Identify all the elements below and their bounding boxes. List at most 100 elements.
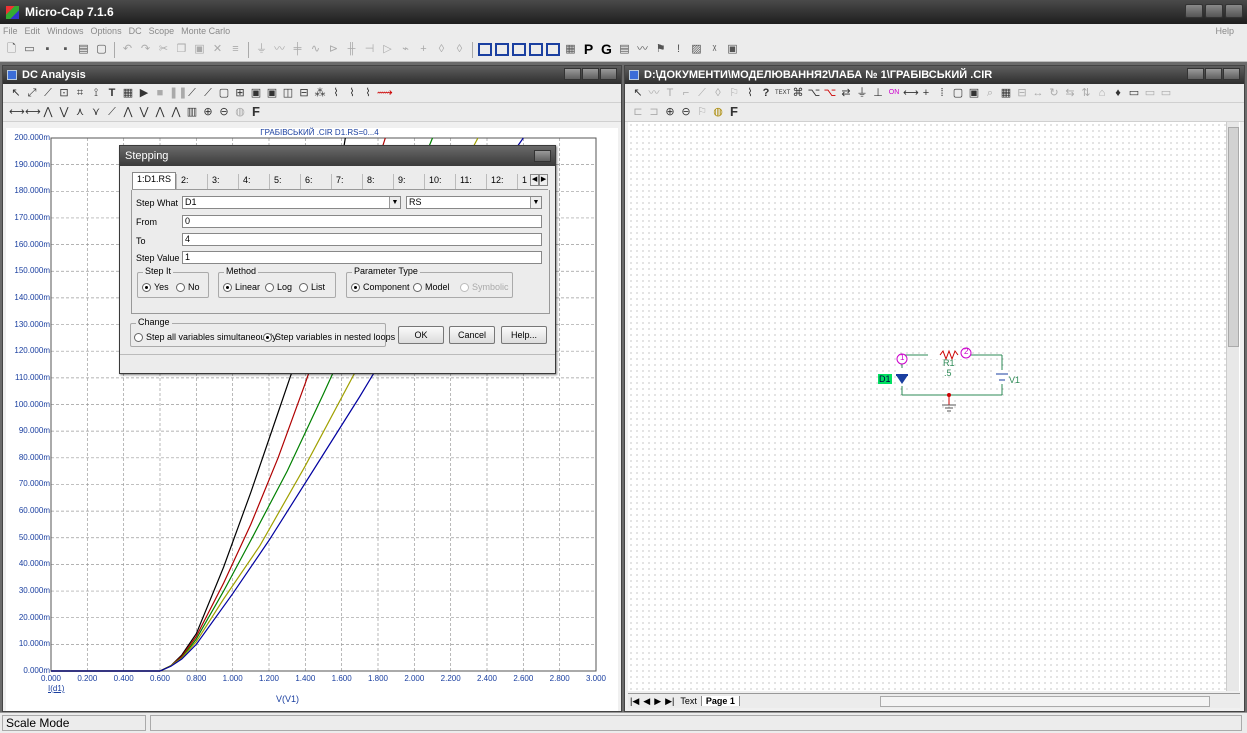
probe-icon[interactable]: ⚑	[653, 42, 668, 57]
method-log-radio[interactable]: Log	[265, 282, 292, 292]
menu-help[interactable]: Help	[1215, 26, 1234, 36]
tab-13[interactable]: 1	[517, 174, 530, 189]
method-list-radio[interactable]: List	[299, 282, 325, 292]
first-page-icon[interactable]: |◀	[628, 696, 641, 707]
step-it-no-radio[interactable]: No	[176, 282, 200, 292]
param-component-radio[interactable]: Component	[351, 282, 410, 292]
prev-page-icon[interactable]: ◀	[641, 696, 652, 707]
tab-12[interactable]: 12:	[486, 174, 517, 189]
schematic-canvas[interactable]: 1 2 R1 .5 D1 V1	[628, 122, 1240, 691]
change-nested-radio[interactable]: Step variables in nested loops	[263, 332, 395, 342]
chart-icon[interactable]: ▨	[689, 42, 704, 57]
tab-2[interactable]: 2:	[176, 174, 207, 189]
scope-icon[interactable]: ⌇	[743, 86, 757, 100]
color-icon[interactable]: ◍	[711, 105, 725, 119]
save-icon[interactable]: ▪	[40, 42, 55, 57]
component-grid-icon[interactable]: ▤	[617, 42, 632, 57]
maximize-button[interactable]	[1205, 4, 1223, 18]
redo-icon[interactable]: ↷	[138, 42, 153, 57]
tab-1[interactable]: 1:D1.RS	[132, 172, 177, 189]
undo-icon[interactable]: ↶	[120, 42, 135, 57]
select-icon[interactable]: ↖	[631, 86, 645, 100]
inductor-icon[interactable]: ∿	[308, 42, 323, 57]
help-button[interactable]: Help...	[501, 326, 547, 344]
sch-close-button[interactable]	[1223, 68, 1240, 80]
flip-x-icon[interactable]: ⇆	[1063, 86, 1077, 100]
align-left-icon[interactable]: ⊏	[631, 105, 645, 119]
sch-zoom-in-icon[interactable]: ⊕	[663, 105, 677, 119]
print-preview-icon[interactable]: ▢	[94, 42, 109, 57]
stop-icon[interactable]: ■	[153, 86, 167, 100]
copy-icon[interactable]: ❐	[174, 42, 189, 57]
node-numbers-icon[interactable]: ⌘	[791, 86, 805, 100]
zoom-out-icon[interactable]: ⊖	[217, 105, 231, 119]
node-icon[interactable]: ⟟	[89, 86, 103, 100]
p-button[interactable]: P	[581, 42, 596, 57]
diagonal-wire-icon[interactable]: ⟋	[695, 86, 709, 100]
text-tab[interactable]: Text	[676, 696, 702, 706]
flag-icon[interactable]: ⚐	[727, 86, 741, 100]
help-cursor-icon[interactable]: ?	[759, 86, 773, 100]
pointer-icon[interactable]: ↖	[9, 86, 23, 100]
line2-icon[interactable]: ⟋	[201, 86, 215, 100]
sch-zoom-fit-button[interactable]: F	[727, 105, 741, 119]
to-input[interactable]: 4	[182, 233, 542, 246]
next-peak-icon[interactable]: ⋀	[41, 105, 55, 119]
step-box-icon[interactable]: ⊟	[1015, 86, 1029, 100]
cursor-icon[interactable]: ⁂	[313, 86, 327, 100]
next-page-icon[interactable]: ▶	[652, 696, 663, 707]
global-low-icon[interactable]: ⋁	[137, 105, 151, 119]
ortho-wire-icon[interactable]: ⌐	[679, 86, 693, 100]
pin-connection-icon[interactable]: ⇄	[839, 86, 853, 100]
tile-horizontal-icon[interactable]	[478, 43, 492, 56]
dc-close-button[interactable]	[600, 68, 617, 80]
table-icon[interactable]: ▥	[185, 105, 199, 119]
fill2-icon[interactable]: ▣	[265, 86, 279, 100]
high-icon[interactable]: ⋏	[73, 105, 87, 119]
step-what-select[interactable]: D1 ▼	[182, 196, 401, 209]
tab-5[interactable]: 5:	[269, 174, 300, 189]
window-icon[interactable]	[529, 43, 543, 56]
menu-monte-carlo[interactable]: Monte Carlo	[181, 26, 230, 36]
line-icon[interactable]: ⟋	[185, 86, 199, 100]
sch-horizontal-scrollbar[interactable]	[879, 695, 1210, 707]
window2-icon[interactable]	[546, 43, 560, 56]
sch-minimize-button[interactable]	[1187, 68, 1204, 80]
text-icon[interactable]: T	[663, 86, 677, 100]
menu-options[interactable]: Options	[91, 26, 122, 36]
save-all-icon[interactable]: ▪	[58, 42, 73, 57]
text-button-icon[interactable]: TEXT	[775, 86, 790, 100]
graph-icon[interactable]: ⟋	[41, 86, 55, 100]
menu-windows[interactable]: Windows	[47, 26, 84, 36]
tab-scroll-left-icon[interactable]: ◀	[530, 174, 540, 186]
close-button[interactable]	[1225, 4, 1243, 18]
change-simultaneous-radio[interactable]: Step all variables simultaneously	[134, 332, 277, 342]
wire-tool-icon[interactable]: 〰	[647, 86, 661, 100]
tab-9[interactable]: 9:	[393, 174, 424, 189]
bottom-icon[interactable]: ⋀	[169, 105, 183, 119]
transistor-icon[interactable]: ⊣	[362, 42, 377, 57]
zoom-fit-button[interactable]: F	[249, 105, 263, 119]
page2-icon[interactable]: ▭	[1143, 86, 1157, 100]
tab-scroll-right-icon[interactable]: ▶	[539, 174, 549, 186]
zoom-in-icon[interactable]: ⊕	[201, 105, 215, 119]
capacitor-icon[interactable]: ╪	[290, 42, 305, 57]
left-cursor-icon[interactable]: ⟷	[9, 105, 25, 119]
slope-icon[interactable]: ⟿	[377, 86, 393, 100]
new-file-icon[interactable]: 🗋	[4, 42, 19, 57]
find-icon[interactable]: ⌕	[983, 86, 997, 100]
xy-icon[interactable]: ᵡ	[707, 42, 722, 57]
tab-4[interactable]: 4:	[238, 174, 269, 189]
tag-icon[interactable]: ⌗	[73, 86, 87, 100]
props-icon[interactable]: ▦	[999, 86, 1013, 100]
power-icon[interactable]: ⌥	[823, 86, 837, 100]
flip-y-icon[interactable]: ⇅	[1079, 86, 1093, 100]
dc-maximize-button[interactable]	[582, 68, 599, 80]
junction-icon[interactable]: +	[416, 42, 431, 57]
right-cursor-icon[interactable]: ⟷	[25, 105, 41, 119]
delete-icon[interactable]: ✕	[210, 42, 225, 57]
method-linear-radio[interactable]: Linear	[223, 282, 260, 292]
macro-icon[interactable]: ⌂	[1095, 86, 1109, 100]
tab-8[interactable]: 8:	[362, 174, 393, 189]
page-1-tab[interactable]: Page 1	[701, 696, 740, 706]
